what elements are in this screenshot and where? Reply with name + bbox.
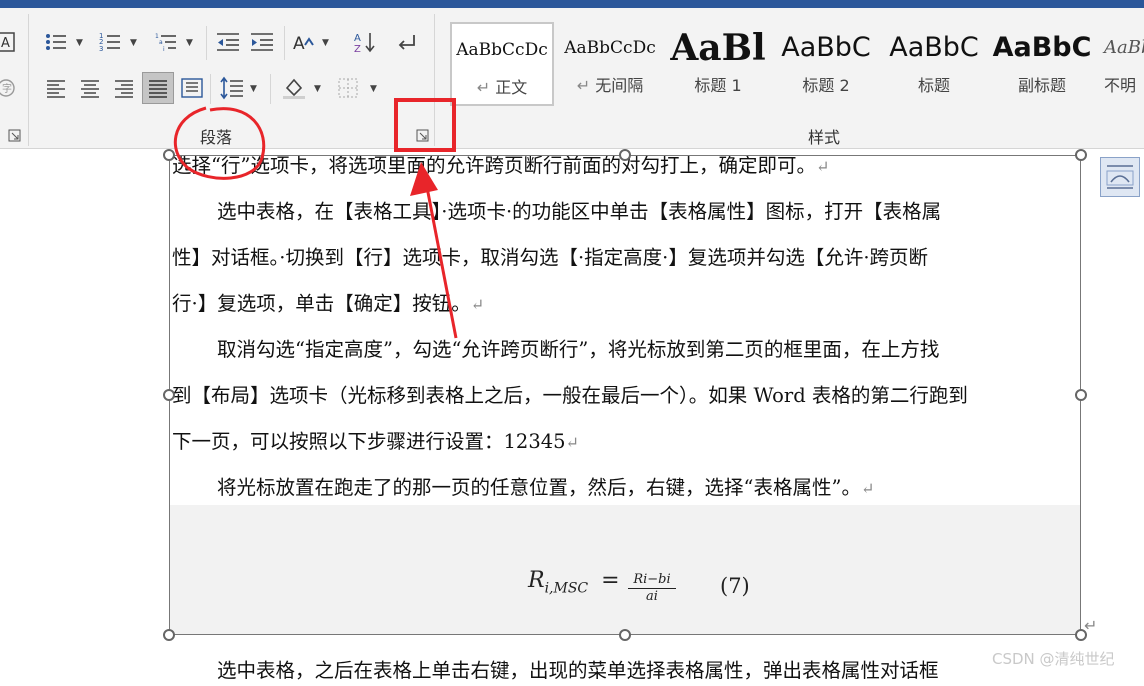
annotation-arrow-shaft <box>424 181 458 339</box>
annotation-arrow-head <box>410 162 438 196</box>
annotation-overlay <box>173 98 458 339</box>
annotation-box <box>394 98 456 152</box>
annotation-circle <box>173 106 266 180</box>
watermark: CSDN @清纯世纪 <box>992 650 1115 668</box>
